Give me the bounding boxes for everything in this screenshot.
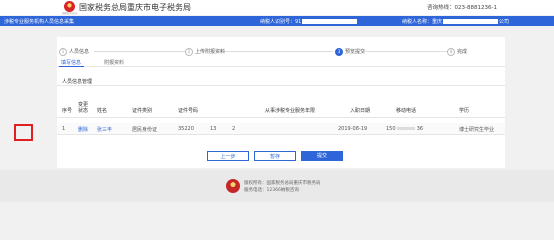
footer: 版权所有：国家税务总局重庆市税务局 服务电话：12366纳税咨询 [0,170,554,202]
step-2-circle: 2 [185,48,193,56]
tab-fill-info[interactable]: 填写信息 [61,59,81,66]
col-header-id-type: 证件类别 [132,108,153,114]
table-row [57,123,505,134]
tab-bar: 填写信息 附报资料 [57,58,505,67]
taxpayer-name-label: 纳税人名称：重庆 [402,19,443,25]
step-1-label: 人员信息 [69,49,90,55]
col-header-mobile: 移动电话 [396,108,417,114]
cell-index: 1 [62,126,66,132]
section-title: 人员信息管理 [62,79,93,85]
redacted-block [443,19,499,24]
page-breadcrumb: 涉税专业服务机构人员信息采集 [4,19,75,25]
col-header-change-status: 变更状态 [78,102,89,114]
delete-link[interactable]: 删除 [78,126,88,133]
cell-education: 博士研究生毕业 [459,127,495,133]
step-4-label: 完成 [457,49,468,55]
footer-hotline: 服务电话：12366纳税咨询 [244,188,299,193]
taxpayer-name: 纳税人名称：重庆 公司 [402,18,509,25]
col-header-id-number: 证件号码 [178,108,199,114]
taxpayer-name-suffix: 公司 [499,19,510,25]
cell-name-link[interactable]: 张三丰 [97,126,112,133]
info-bar: 涉税专业服务机构人员信息采集 纳税人识别号：91 纳税人名称：重庆 公司 [0,16,554,26]
header-divider [57,117,505,118]
cell-mobile: 150 36 [386,126,423,132]
active-tab-indicator [59,66,84,67]
step-3-circle: 3 [335,48,343,56]
site-header: 国家税务总局 国家税务总局重庆市电子税务局 咨询热线：023-8881236-1 [0,0,554,15]
emblem-caption: 国家税务总局 [62,12,78,15]
col-header-entry-date: 入职日期 [350,108,371,114]
col-header-index: 序号 [62,108,73,114]
col-header-service-years: 从事涉税专业服务年限 [265,108,316,114]
cell-id-number: 35220 [178,126,194,132]
taxpayer-id-label: 纳税人识别号：91 [260,19,302,25]
redacted-block [397,127,416,130]
col-header-name: 姓名 [97,108,108,114]
cell-col-13: 13 [210,126,217,132]
site-title: 国家税务总局重庆市电子税务局 [79,3,191,12]
step-connector [362,51,447,52]
highlight-box [14,124,33,141]
step-3-label: 预览提交 [345,49,366,55]
hotline-text: 咨询热线：023-8881236-1 [427,5,497,11]
save-draft-button[interactable]: 暂存 [254,151,296,161]
footer-emblem-icon [226,179,240,193]
step-4-circle: 4 [447,48,455,56]
mobile-suffix: 36 [416,126,424,132]
taxpayer-id: 纳税人识别号：91 [260,18,358,25]
cell-id-type: 居民身份证 [132,127,158,133]
cell-entry-date: 2019-08-19 [338,126,368,132]
prev-step-button[interactable]: 上一步 [207,151,249,161]
step-connector [94,51,185,52]
col-header-education: 学历 [459,108,470,114]
redacted-block [302,19,358,24]
main-panel: 1 人员信息 2 上传附报资料 3 预览提交 4 完成 填写信息 附报资料 人员… [57,37,505,168]
divider [57,85,505,86]
tab-attachments[interactable]: 附报资料 [104,59,124,66]
submit-button[interactable]: 提交 [301,151,343,161]
step-connector [220,51,333,52]
cell-service-years: 2 [232,126,236,132]
mobile-prefix: 150 [386,126,396,132]
step-1-circle: 1 [59,48,67,56]
progress-steps: 1 人员信息 2 上传附报资料 3 预览提交 4 完成 [57,47,505,57]
step-2-label: 上传附报资料 [195,49,226,55]
footer-copyright: 版权所有：国家税务总局重庆市税务局 [244,181,321,186]
row-divider [57,134,505,135]
